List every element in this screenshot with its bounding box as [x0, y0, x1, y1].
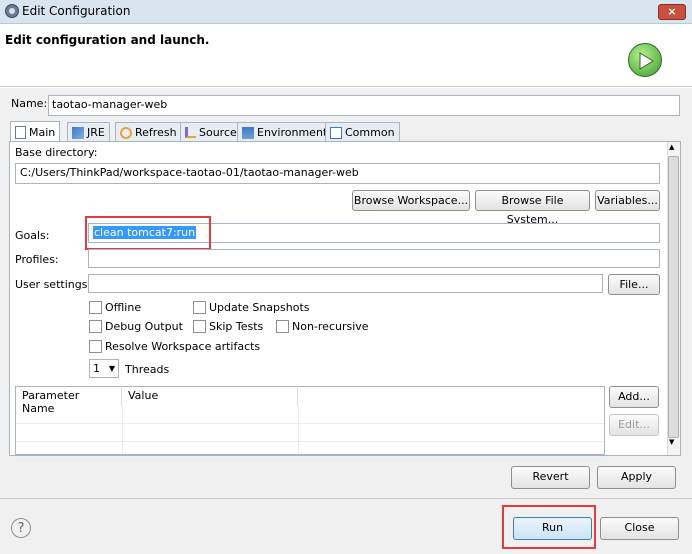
window-title: Edit Configuration [22, 4, 131, 18]
debug-output-label: Debug Output [105, 320, 183, 333]
tab-environment-label: Environment [257, 126, 328, 139]
tab-refresh[interactable]: Refresh [115, 122, 182, 142]
window-app-icon [5, 4, 19, 18]
base-directory-label: Base directory: [15, 146, 98, 159]
window-close-button[interactable]: × [658, 4, 686, 20]
goals-highlight-box [85, 216, 211, 250]
skip-tests-box [193, 320, 206, 333]
close-button[interactable]: Close [600, 517, 679, 540]
update-snapshots-box [193, 301, 206, 314]
name-input[interactable]: taotao-manager-web [48, 95, 680, 116]
profiles-input[interactable] [88, 249, 660, 268]
update-snapshots-label: Update Snapshots [209, 301, 310, 314]
debug-output-checkbox[interactable]: Debug Output [89, 320, 183, 333]
non-recursive-label: Non-recursive [292, 320, 369, 333]
run-launch-icon [628, 43, 662, 77]
offline-label: Offline [105, 301, 142, 314]
browse-workspace-button[interactable]: Browse Workspace... [352, 190, 470, 211]
browse-file-system-button[interactable]: Browse File System... [475, 190, 590, 226]
main-tab-icon [15, 125, 26, 139]
tab-common[interactable]: Common [325, 122, 400, 142]
tab-main-label: Main [29, 125, 56, 139]
table-header-value[interactable]: Value [122, 386, 298, 406]
revert-button[interactable]: Revert [511, 466, 590, 489]
variables-button[interactable]: Variables... [595, 190, 660, 211]
goals-label: Goals: [15, 229, 50, 242]
tab-source-label: Source [199, 126, 237, 139]
chevron-down-icon: ▼ [108, 364, 115, 373]
table-row[interactable] [16, 424, 604, 442]
tab-jre-label: JRE [87, 126, 105, 139]
user-settings-input[interactable] [88, 274, 603, 293]
add-parameter-button[interactable]: Add... [609, 386, 659, 408]
help-icon[interactable]: ? [11, 518, 31, 538]
environment-icon [242, 126, 254, 139]
offline-checkbox-box [89, 301, 102, 314]
tab-common-label: Common [345, 126, 395, 139]
jre-icon [72, 126, 84, 139]
threads-select[interactable]: 1 ▼ [89, 359, 119, 378]
scroll-up-icon[interactable]: ▲ [669, 143, 674, 151]
header-title: Edit configuration and launch. [5, 33, 210, 47]
footer-divider [0, 498, 692, 499]
resolve-workspace-checkbox[interactable]: Resolve Workspace artifacts [89, 340, 260, 353]
skip-tests-checkbox[interactable]: Skip Tests [193, 320, 263, 333]
table-divider [298, 406, 299, 454]
table-divider [122, 406, 123, 454]
table-row[interactable] [16, 406, 604, 424]
source-icon [185, 127, 196, 138]
tab-refresh-label: Refresh [135, 126, 177, 139]
update-snapshots-checkbox[interactable]: Update Snapshots [193, 301, 310, 314]
non-recursive-box [276, 320, 289, 333]
name-label: Name: [11, 97, 48, 110]
resolve-workspace-label: Resolve Workspace artifacts [105, 340, 261, 353]
tab-environment[interactable]: Environment [237, 122, 333, 142]
base-directory-input[interactable]: C:/Users/ThinkPad/workspace-taotao-01/ta… [15, 163, 660, 184]
skip-tests-label: Skip Tests [209, 320, 264, 333]
run-highlight-box [502, 505, 596, 549]
debug-output-box [89, 320, 102, 333]
threads-label: Threads [125, 363, 170, 376]
edit-parameter-button[interactable]: Edit... [609, 414, 659, 436]
table-header-parameter-name[interactable]: Parameter Name [16, 386, 122, 415]
tab-jre[interactable]: JRE [67, 122, 110, 142]
apply-button[interactable]: Apply [597, 466, 676, 489]
profiles-label: Profiles: [15, 253, 59, 266]
file-button[interactable]: File... [608, 274, 660, 295]
offline-checkbox[interactable]: Offline [89, 301, 141, 314]
table-row[interactable] [16, 442, 604, 460]
table-body [16, 406, 604, 460]
resolve-workspace-box [89, 340, 102, 353]
scroll-down-icon[interactable]: ▼ [669, 438, 674, 446]
threads-value: 1 [93, 362, 100, 375]
non-recursive-checkbox[interactable]: Non-recursive [276, 320, 369, 333]
tab-source[interactable]: Source [180, 122, 242, 142]
user-settings-label: User settings: [15, 278, 92, 291]
scrollbar-thumb[interactable] [668, 156, 679, 438]
common-icon [330, 126, 342, 139]
tab-main[interactable]: Main [10, 121, 61, 142]
refresh-icon [120, 126, 132, 139]
